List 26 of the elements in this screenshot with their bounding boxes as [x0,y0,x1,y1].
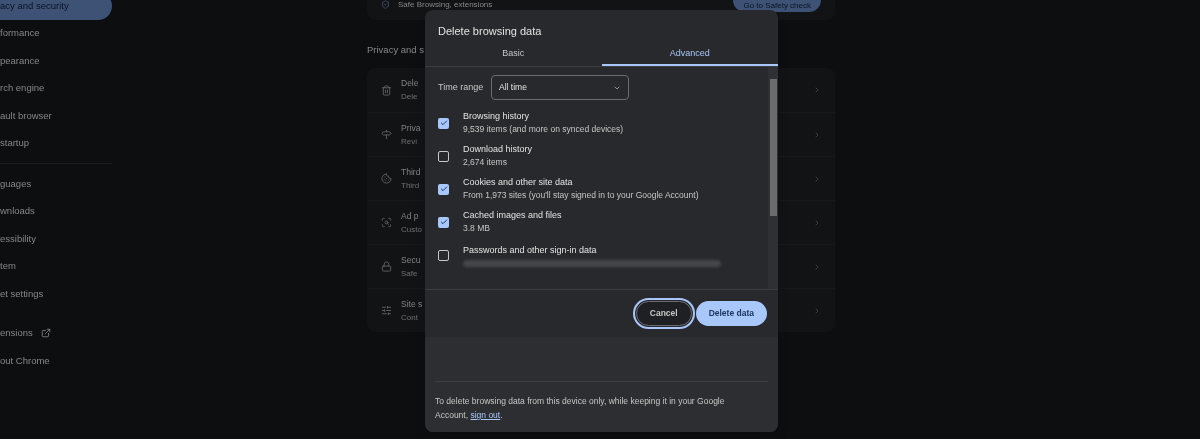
row-subtitle: Dele [401,91,419,104]
option-title: Download history [463,143,533,156]
safety-card-text: Safe Browsing, extensions [398,0,493,9]
dialog-title: Delete browsing data [437,24,543,39]
row-title: Site s [401,297,423,311]
option-subtitle: 9,539 items (and more on synced devices) [463,123,624,136]
row-title: Priva [401,121,421,135]
row-subtitle: Third [401,179,421,192]
section-heading: Privacy and s [367,43,425,57]
option-title: Passwords and other sign-in data [463,243,598,257]
time-range-label: Time range [438,80,485,94]
row-subtitle: Revi [401,135,418,148]
row-subtitle: Cont [401,311,419,324]
row-title: Secu [401,253,421,267]
row-subtitle: Safe [401,267,419,280]
row-title: Ad p [401,209,420,223]
option-title: Browsing history [463,110,531,123]
option-title: Cookies and other site data [463,176,574,189]
row-subtitle: Custo [401,223,422,236]
option-subtitle: 3.8 MB [463,222,491,235]
footer-text: To delete browsing data from this device only, while keeping it in your Google Account, sign out. [435,395,726,422]
row-title: Dele [401,77,419,91]
option-subtitle: 2,674 items [463,156,508,169]
option-subtitle: From 1,973 sites (you'll stay signed in to your Google Account) [463,189,699,202]
option-title: Cached images and files [463,209,562,222]
row-title: Third [401,165,421,179]
